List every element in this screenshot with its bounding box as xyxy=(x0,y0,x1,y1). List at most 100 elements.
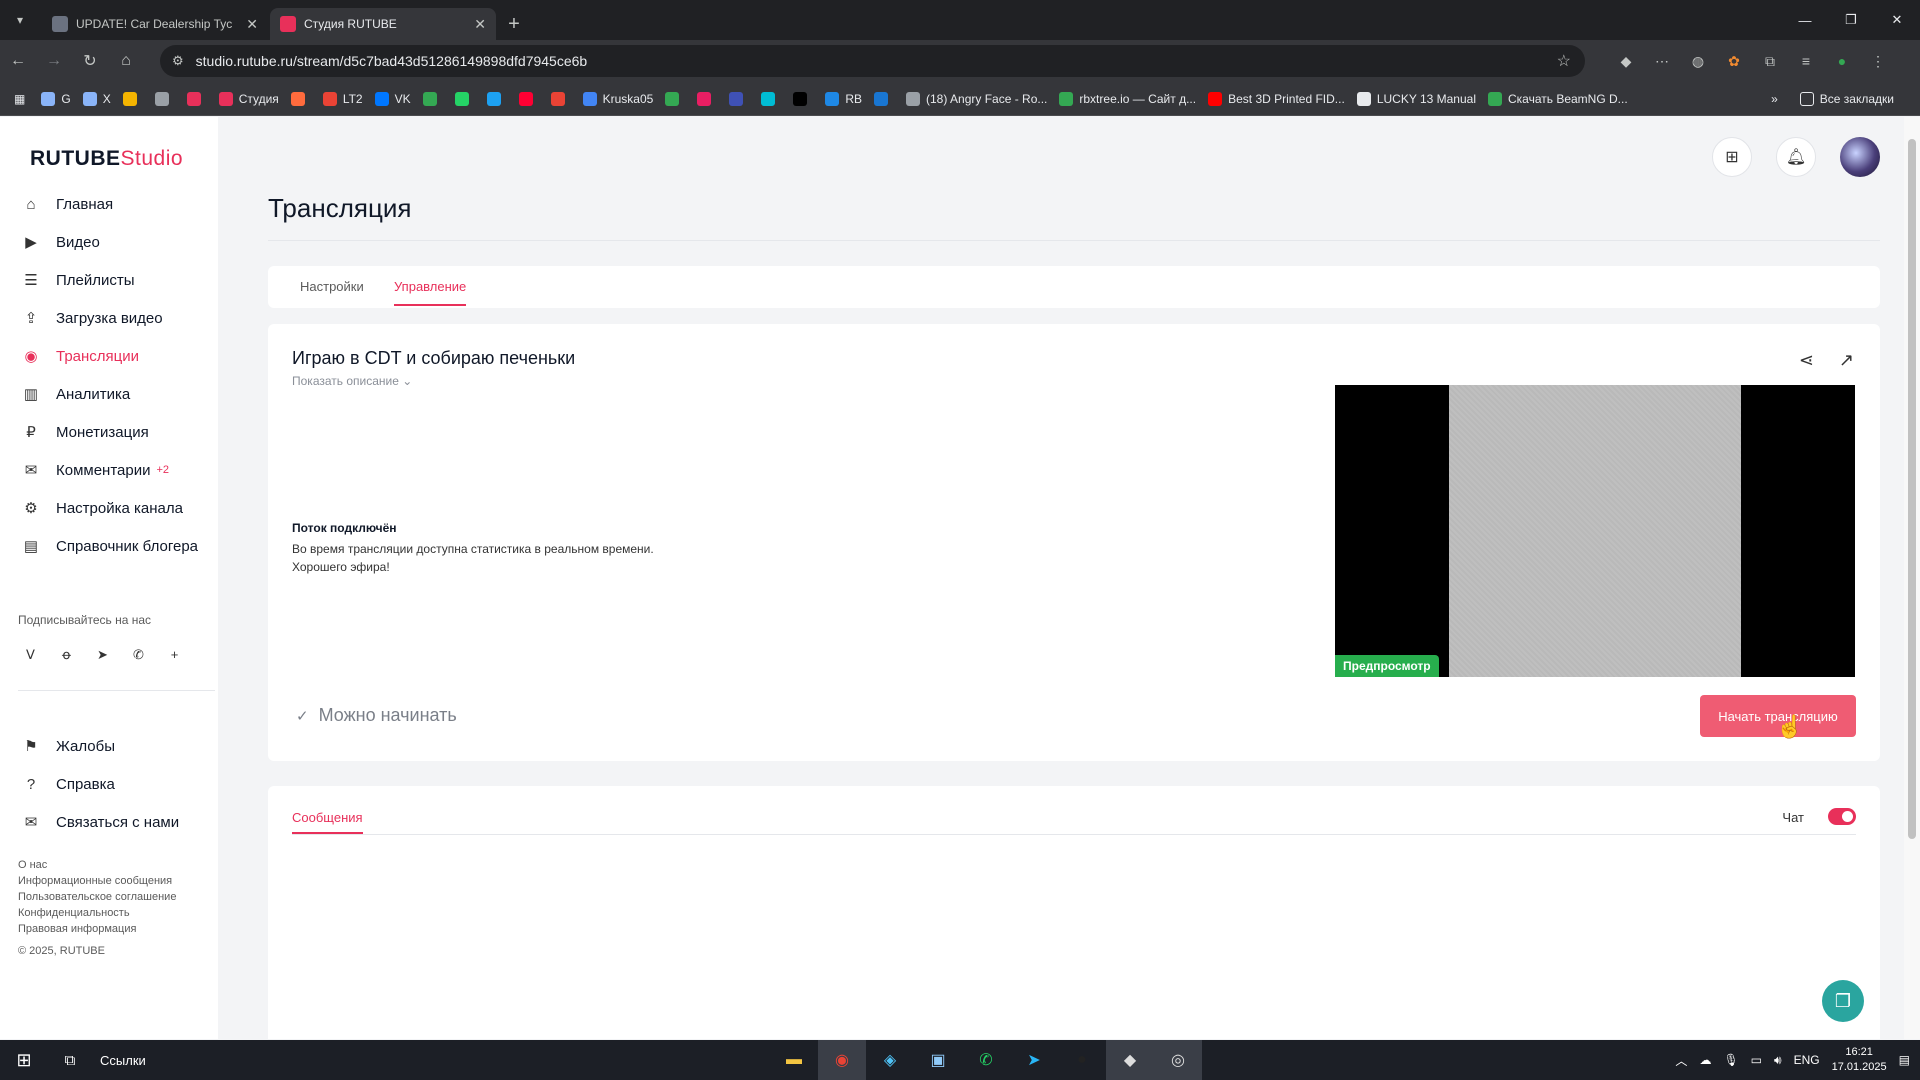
browser-menu-icon[interactable]: ⋮ xyxy=(1867,50,1889,72)
reload-icon[interactable]: ↻ xyxy=(72,43,108,79)
onedrive-icon[interactable]: ☁ xyxy=(1699,1053,1711,1067)
scrollbar-thumb[interactable] xyxy=(1908,139,1916,839)
bookmark-item[interactable]: rbxtree.io — Сайт д... xyxy=(1059,91,1196,106)
bookmark-item[interactable] xyxy=(729,91,749,106)
apps-icon[interactable]: ▦ xyxy=(14,92,25,106)
back-icon[interactable]: ← xyxy=(0,43,36,79)
footer-link[interactable]: Пользовательское соглашение xyxy=(18,889,176,905)
bookmark-item[interactable] xyxy=(550,91,571,106)
minimize-icon[interactable]: — xyxy=(1782,0,1828,40)
sidebar-item-home[interactable]: ⌂ Главная xyxy=(0,185,218,223)
bookmarks-more-icon[interactable]: » xyxy=(1771,92,1778,106)
show-description-toggle[interactable]: Показать описание ⌄ xyxy=(292,374,412,388)
footer-link[interactable]: Конфиденциальность xyxy=(18,905,176,921)
roblox-icon[interactable]: ◆ xyxy=(1106,1040,1154,1080)
bookmark-item[interactable] xyxy=(697,91,717,106)
tray-expand-icon[interactable]: ︿ xyxy=(1675,1052,1687,1069)
extension-color-icon[interactable]: ✿ xyxy=(1723,50,1745,72)
bookmark-item[interactable]: VK xyxy=(374,91,411,106)
extension-globe-icon[interactable]: ◍ xyxy=(1687,50,1709,72)
bookmark-item[interactable]: G xyxy=(41,91,71,106)
home-browser-icon[interactable]: ⌂ xyxy=(108,43,144,79)
footer-link[interactable]: Правовая информация xyxy=(18,921,176,937)
bookmark-item[interactable] xyxy=(422,91,443,106)
avatar[interactable] xyxy=(1840,137,1880,177)
obs-icon[interactable]: ◎ xyxy=(1154,1040,1202,1080)
whatsapp-icon[interactable]: ✆ xyxy=(962,1040,1010,1080)
browser-tab-1[interactable]: UPDATE! Car Dealership Tyc ✕ xyxy=(42,8,268,40)
telegram-icon[interactable]: ➤ xyxy=(94,646,111,663)
bookmark-item[interactable] xyxy=(122,91,143,106)
sidebar-item-playlist[interactable]: ☰ Плейлисты xyxy=(0,261,218,299)
bookmark-item[interactable]: X xyxy=(82,91,111,106)
close-window-icon[interactable]: ✕ xyxy=(1874,0,1920,40)
chrome-icon[interactable]: ◉ xyxy=(818,1040,866,1080)
rutube-studio-logo[interactable]: RUTUBEStudio xyxy=(30,147,183,171)
dark-app-icon[interactable]: ● xyxy=(1058,1040,1106,1080)
footer-link[interactable]: Информационные сообщения xyxy=(18,873,176,889)
more-icon[interactable]: + xyxy=(166,646,183,663)
bookmark-item[interactable] xyxy=(486,91,507,106)
file-explorer-icon[interactable]: ▬ xyxy=(770,1040,818,1080)
extensions-puzzle-icon[interactable]: ⧉ xyxy=(1759,50,1781,72)
bookmark-item[interactable]: Студия xyxy=(218,91,279,106)
bookmark-item[interactable]: LUCKY 13 Manual xyxy=(1356,91,1476,106)
all-bookmarks[interactable]: Все закладки xyxy=(1799,92,1894,106)
create-button[interactable]: ⊞ xyxy=(1712,137,1752,177)
page-scrollbar[interactable] xyxy=(1904,117,1920,1039)
media-control-icon[interactable]: ≡ xyxy=(1795,50,1817,72)
task-view-icon[interactable]: ⧉ xyxy=(48,1040,92,1080)
links-toolbar[interactable]: Ссылки xyxy=(100,1053,146,1068)
tab-search-icon[interactable]: ▾ xyxy=(0,0,40,40)
store-icon[interactable]: ◈ xyxy=(866,1040,914,1080)
bookmark-star-icon[interactable]: ☆ xyxy=(1557,51,1571,71)
close-tab-icon[interactable]: ✕ xyxy=(246,16,258,33)
address-bar[interactable]: ⚙ studio.rutube.ru/stream/d5c7bad43d5128… xyxy=(160,45,1585,77)
bookmark-item[interactable]: LT2 xyxy=(322,91,363,106)
sidebar-item-comments[interactable]: ✉ Комментарии +2 xyxy=(0,451,218,489)
bookmark-item[interactable]: RB xyxy=(825,91,862,106)
support-chat-button[interactable]: ❐ xyxy=(1822,980,1864,1022)
site-settings-icon[interactable]: ⚙ xyxy=(172,53,184,69)
bookmark-item[interactable] xyxy=(518,91,539,106)
sidebar-item-book[interactable]: ▤ Справочник блогера xyxy=(0,527,218,565)
sidebar-item-gear[interactable]: ⚙ Настройка канала xyxy=(0,489,218,527)
bookmark-item[interactable] xyxy=(186,91,207,106)
sidebar-item-video[interactable]: ▶ Видео xyxy=(0,223,218,261)
bookmark-item[interactable]: (18) Angry Face - Ro... xyxy=(906,91,1047,106)
volume-icon[interactable]: 🔊︎ xyxy=(1774,1053,1782,1068)
bookmark-item[interactable] xyxy=(793,91,813,106)
network-icon[interactable]: ▭ xyxy=(1751,1053,1762,1067)
open-external-icon[interactable]: ↗ xyxy=(1839,350,1854,371)
sidebar-item-mail[interactable]: ✉ Связаться с нами xyxy=(0,803,218,841)
bookmark-item[interactable]: Best 3D Printed FID... xyxy=(1208,91,1345,106)
browser-tab-2[interactable]: Студия RUTUBE ✕ xyxy=(270,8,496,40)
notifications-button[interactable]: 🔔︎ xyxy=(1776,137,1816,177)
notifications-center-icon[interactable]: ▤ xyxy=(1899,1053,1910,1067)
bookmark-item[interactable] xyxy=(154,91,175,106)
bookmark-item[interactable] xyxy=(874,91,894,106)
viber-icon[interactable]: ✆ xyxy=(130,646,147,663)
clock[interactable]: 16:21 17.01.2025 xyxy=(1832,1045,1887,1075)
telegram-icon[interactable]: ➤ xyxy=(1010,1040,1058,1080)
tab-settings[interactable]: Настройки xyxy=(300,279,364,294)
sidebar-item-upload[interactable]: ⇪ Загрузка видео xyxy=(0,299,218,337)
profile-icon[interactable]: ● xyxy=(1831,50,1853,72)
sidebar-item-broadcast[interactable]: ◉ Трансляции xyxy=(0,337,218,375)
bookmark-item[interactable]: Скачать BeamNG D... xyxy=(1487,91,1628,106)
footer-link[interactable]: О нас xyxy=(18,857,176,873)
bookmark-item[interactable] xyxy=(761,91,781,106)
language-indicator[interactable]: ENG xyxy=(1794,1053,1820,1067)
tab-management[interactable]: Управление xyxy=(394,279,467,306)
windows-start-icon[interactable]: ⊞ xyxy=(0,1040,48,1080)
sidebar-item-help[interactable]: ? Справка xyxy=(0,765,218,803)
vk-icon[interactable]: ᐯ xyxy=(22,646,39,663)
sidebar-item-ruble[interactable]: ₽ Монетизация xyxy=(0,413,218,451)
bookmark-item[interactable] xyxy=(665,91,685,106)
sidebar-item-analytics[interactable]: ▥ Аналитика xyxy=(0,375,218,413)
extension-dots-icon[interactable]: ⋯ xyxy=(1651,50,1673,72)
restore-icon[interactable]: ❐ xyxy=(1828,0,1874,40)
microphone-icon[interactable]: 🎙︎ xyxy=(1723,1053,1738,1067)
share-icon[interactable]: ⋖ xyxy=(1799,350,1814,371)
forward-icon[interactable]: → xyxy=(36,43,72,79)
